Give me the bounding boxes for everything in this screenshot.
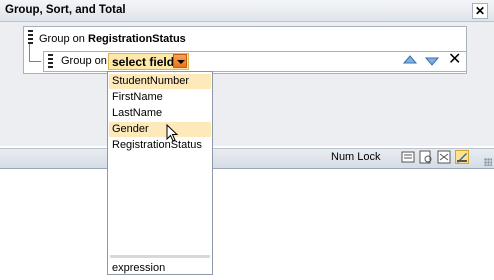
group-on-label: Group on	[61, 55, 107, 67]
tree-connector	[29, 44, 30, 61]
move-up-icon[interactable]	[403, 55, 417, 67]
group-on-label: Group on	[39, 33, 85, 45]
chevron-down-icon[interactable]	[173, 54, 187, 68]
drag-handle-icon[interactable]	[48, 54, 53, 69]
design-view-icon[interactable]	[455, 150, 469, 164]
num-lock-indicator: Num Lock	[331, 151, 381, 163]
print-preview-icon[interactable]	[419, 150, 433, 164]
dropdown-item[interactable]: Gender	[109, 122, 211, 137]
close-icon[interactable]: ✕	[472, 3, 488, 19]
move-down-icon[interactable]	[425, 55, 439, 67]
resize-grip[interactable]	[484, 158, 492, 166]
form-view-icon[interactable]	[401, 150, 415, 164]
select-field-text[interactable]: select field	[112, 55, 174, 69]
mouse-cursor-icon	[166, 124, 179, 142]
group-field-name[interactable]: RegistrationStatus	[88, 33, 186, 45]
dropdown-item[interactable]: FirstName	[109, 90, 211, 105]
dropdown-item[interactable]: RegistrationStatus	[109, 138, 211, 153]
delete-icon[interactable]: ✕	[448, 52, 461, 68]
dropdown-item[interactable]: StudentNumber	[109, 74, 211, 89]
tree-connector	[29, 61, 41, 62]
pane-title: Group, Sort, and Total	[5, 4, 126, 16]
dropdown-item[interactable]: LastName	[109, 106, 211, 121]
datasheet-icon[interactable]	[437, 150, 451, 164]
expression-item[interactable]: expression	[109, 261, 211, 276]
dropdown-divider	[110, 255, 210, 258]
drag-handle-icon[interactable]	[28, 30, 33, 45]
